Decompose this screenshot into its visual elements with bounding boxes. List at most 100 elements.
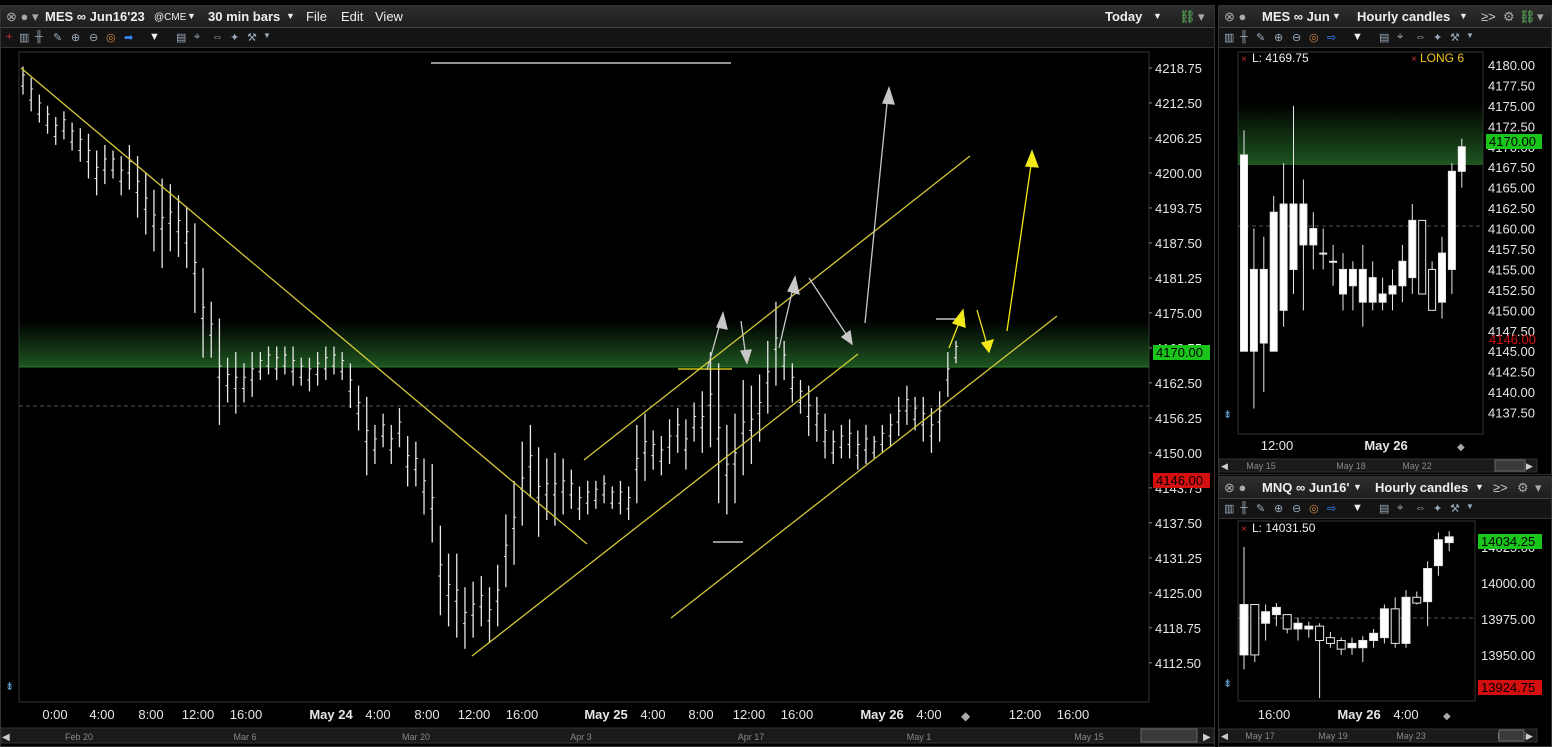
side-top-bar-size[interactable]: Hourly candles	[1357, 9, 1450, 24]
scroll-right-icon[interactable]: ▶	[1203, 732, 1211, 743]
more-chevron-icon[interactable]: ▼	[1466, 31, 1474, 40]
crosshair-icon[interactable]: ⌖	[1397, 502, 1403, 515]
bar-size-select[interactable]: 30 min bars	[208, 9, 280, 24]
split-icon[interactable]: ⇔	[1415, 31, 1426, 43]
scroll-left-icon[interactable]: ◀	[2, 732, 10, 743]
crosshair-icon[interactable]: ⌖	[194, 31, 200, 44]
bars-icon[interactable]: ╫	[1240, 502, 1248, 514]
grid-icon[interactable]: ▥	[1224, 31, 1234, 44]
axis-anchor-icon[interactable]: ◆	[1457, 442, 1465, 453]
scroll-right-icon[interactable]: ▶	[1526, 731, 1533, 741]
menu-view[interactable]: View	[375, 9, 403, 24]
layout-icon[interactable]: ▤	[176, 31, 186, 44]
chevron-down-icon[interactable]: ▼	[1475, 482, 1484, 492]
bars-icon[interactable]: ╫	[35, 31, 43, 43]
price-tick-label: 4150.00	[1488, 303, 1535, 318]
axis-anchor-icon[interactable]: ◆	[961, 709, 971, 723]
menu-file[interactable]: File	[306, 9, 327, 24]
gear-icon[interactable]: ⚙	[1503, 9, 1515, 25]
price-tick-label: 4157.50	[1488, 242, 1535, 257]
paint-icon[interactable]: ✦	[1433, 31, 1442, 44]
navigator-bar[interactable]	[1, 727, 1214, 744]
paint-icon[interactable]: ✦	[1433, 502, 1442, 515]
scroll-left-icon[interactable]: ◀	[1221, 731, 1228, 741]
close-label-icon[interactable]: ×	[1241, 524, 1247, 535]
layout-icon[interactable]: ▤	[1379, 31, 1389, 44]
side-bot-bar-size[interactable]: Hourly candles	[1375, 480, 1468, 495]
expand-icon[interactable]: ▾	[1198, 9, 1205, 25]
arrow-right-icon[interactable]: ⇨	[1327, 31, 1336, 44]
scroll-right-icon[interactable]: ▶	[1526, 461, 1533, 471]
scroll-left-icon[interactable]: ◀	[1221, 461, 1228, 471]
zoom-out-icon[interactable]: ⊖	[89, 31, 98, 44]
filter-icon[interactable]: ▼	[1352, 502, 1363, 514]
axis-settings-icon[interactable]: ⇟	[1223, 678, 1232, 690]
zoom-out-icon[interactable]: ⊖	[1292, 502, 1301, 515]
ref-price-value: 4146.00	[1156, 473, 1203, 488]
reset-icon[interactable]: ◎	[1309, 502, 1319, 515]
window-menu-icon[interactable]: ⊗ ●	[1224, 9, 1246, 25]
window-menu-icon[interactable]: ⊗ ● ▾	[6, 9, 39, 25]
filter-icon[interactable]: ▼	[149, 31, 160, 43]
paint-icon[interactable]: ✦	[230, 31, 239, 44]
expand-icon[interactable]: ≥>	[1481, 9, 1496, 24]
navigator-handle[interactable]	[1494, 459, 1526, 472]
crosshair-icon[interactable]: ⌖	[1397, 31, 1403, 44]
time-tick-label: 12:00	[1009, 707, 1042, 722]
link-icon[interactable]: ⛓	[1179, 9, 1196, 25]
dropdown-icon[interactable]: ▼	[187, 11, 196, 21]
wrench-icon[interactable]: ⚒	[247, 31, 257, 44]
link-icon[interactable]: ⛓	[1519, 9, 1536, 25]
grid-icon[interactable]: ▥	[1224, 502, 1234, 515]
close-label-icon[interactable]: ×	[1241, 54, 1247, 65]
reset-icon[interactable]: ◎	[106, 31, 116, 44]
zoom-in-icon[interactable]: ⊕	[1274, 502, 1283, 515]
wrench-icon[interactable]: ⚒	[1450, 31, 1460, 44]
axis-settings-icon[interactable]: ⇟	[5, 681, 14, 693]
chevron-down-icon[interactable]: ▼	[286, 11, 295, 21]
chevron-down-icon[interactable]: ▼	[1353, 482, 1362, 492]
arrow-right-icon[interactable]: ➡	[124, 31, 133, 44]
layout-icon[interactable]: ▤	[1379, 502, 1389, 515]
more-icon[interactable]: ▾	[1535, 480, 1542, 496]
more-chevron-icon[interactable]: ▼	[1466, 502, 1474, 511]
bars-icon[interactable]: ╫	[1240, 31, 1248, 43]
zoom-in-icon[interactable]: ⊕	[71, 31, 80, 44]
plus-icon[interactable]: +	[6, 31, 12, 43]
symbol-label[interactable]: MES ∞ Jun16'23	[45, 9, 145, 24]
wrench-icon[interactable]: ⚒	[1450, 502, 1460, 515]
range-chevron-icon[interactable]: ▼	[1153, 11, 1162, 21]
candle-body	[1271, 606, 1281, 616]
reset-icon[interactable]: ◎	[1309, 31, 1319, 44]
side-bottom-chart[interactable]: 14025.0014000.0013975.0013950.00 14034.2…	[1219, 519, 1551, 747]
zoom-out-icon[interactable]: ⊖	[1292, 31, 1301, 44]
main-price-chart[interactable]: 4218.75 4212.50 4206.25 4200.00 4193.75 4187.…	[1, 48, 1214, 746]
expand-icon[interactable]: ≥>	[1493, 480, 1508, 495]
side-top-chart[interactable]: 4180.00 4177.50 4175.00 4172.504170.00 4167.…	[1219, 48, 1551, 474]
axis-anchor-icon[interactable]: ◆	[1443, 711, 1451, 722]
side-bot-symbol[interactable]: MNQ ∞ Jun16'	[1262, 480, 1349, 495]
candle-body	[1401, 596, 1411, 644]
gear-icon[interactable]: ⚙	[1517, 480, 1529, 496]
split-icon[interactable]: ⇔	[212, 31, 223, 43]
more-icon[interactable]: ▾	[1537, 9, 1544, 25]
side-top-symbol[interactable]: MES ∞ Jun	[1262, 9, 1330, 24]
more-chevron-icon[interactable]: ▼	[263, 31, 271, 40]
split-icon[interactable]: ⇔	[1415, 502, 1426, 514]
draw-icon[interactable]: ✎	[1256, 502, 1265, 515]
range-select[interactable]: Today	[1105, 9, 1142, 24]
chevron-down-icon[interactable]: ▼	[1332, 11, 1341, 21]
window-menu-icon[interactable]: ⊗ ●	[1224, 480, 1246, 496]
grid-icon[interactable]: ▥	[19, 31, 29, 44]
zoom-in-icon[interactable]: ⊕	[1274, 31, 1283, 44]
chevron-down-icon[interactable]: ▼	[1459, 11, 1468, 21]
draw-icon[interactable]: ✎	[53, 31, 62, 44]
navigator-handle[interactable]	[1140, 728, 1198, 743]
navigator-handle[interactable]	[1498, 729, 1525, 742]
close-position-icon[interactable]: ×	[1411, 54, 1417, 65]
filter-icon[interactable]: ▼	[1352, 31, 1363, 43]
axis-settings-icon[interactable]: ⇟	[1223, 409, 1232, 421]
arrow-right-icon[interactable]: ⇨	[1327, 502, 1336, 515]
menu-edit[interactable]: Edit	[341, 9, 363, 24]
draw-icon[interactable]: ✎	[1256, 31, 1265, 44]
